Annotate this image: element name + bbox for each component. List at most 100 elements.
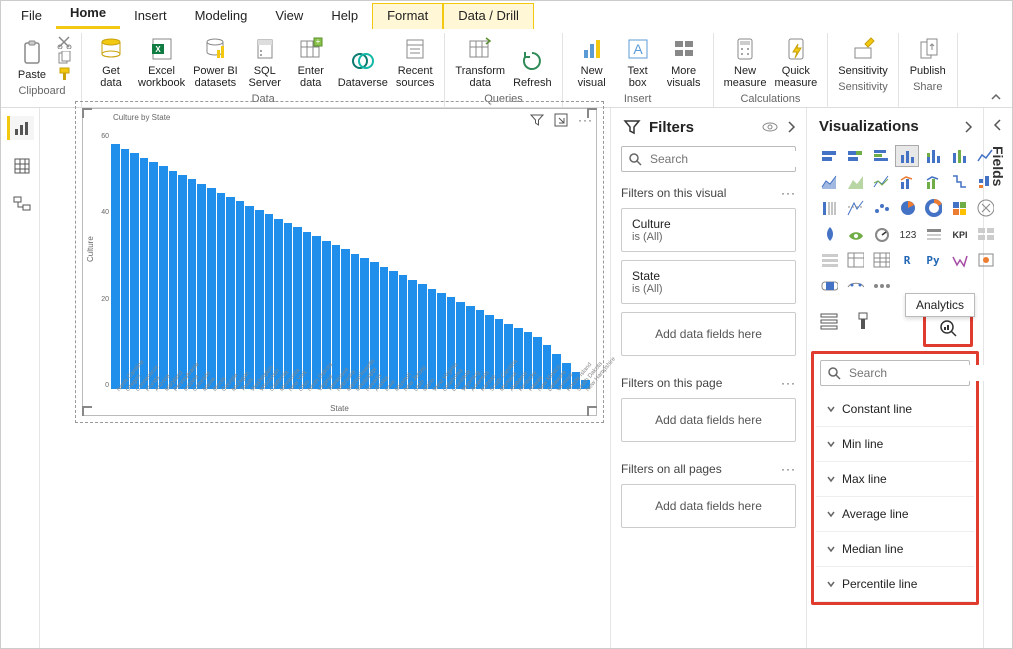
analytics-tab-button[interactable] [936, 316, 960, 340]
analytics-item[interactable]: Max line [816, 462, 974, 497]
report-view-button[interactable] [7, 116, 34, 140]
filter-visual-dropzone[interactable]: Add data fields here [621, 312, 796, 356]
visual-type-button[interactable] [843, 223, 867, 245]
menu-modeling[interactable]: Modeling [181, 4, 262, 29]
excel-button[interactable]: XExcel workbook [134, 33, 189, 91]
menu-insert[interactable]: Insert [120, 4, 181, 29]
sql-server-button[interactable]: SQL Server [242, 33, 288, 91]
filter-card-state[interactable]: Stateis (All) [621, 260, 796, 304]
format-painter-icon[interactable] [57, 67, 73, 81]
ribbon-collapse-button[interactable] [982, 87, 1010, 107]
visual-type-button[interactable] [947, 249, 971, 271]
cut-icon[interactable] [57, 35, 73, 49]
visual-type-button[interactable] [921, 197, 945, 219]
visual-type-button[interactable] [973, 145, 997, 167]
visual-type-button[interactable] [895, 197, 919, 219]
pbi-datasets-button[interactable]: Power BI datasets [189, 33, 242, 91]
analytics-item[interactable]: Constant line [816, 392, 974, 427]
visual-type-button[interactable] [843, 275, 867, 297]
visual-type-button[interactable] [895, 171, 919, 193]
fields-tab-button[interactable] [817, 309, 841, 333]
filters-visual-more-icon[interactable]: ··· [781, 186, 796, 200]
dataverse-button[interactable]: Dataverse [334, 45, 392, 91]
visual-type-button[interactable] [843, 197, 867, 219]
paste-button[interactable]: Paste [9, 37, 55, 83]
text-box-button[interactable]: AText box [615, 33, 661, 91]
visual-type-button[interactable] [869, 171, 893, 193]
visual-type-button[interactable] [817, 249, 841, 271]
analytics-item[interactable]: Median line [816, 532, 974, 567]
analytics-search[interactable] [820, 360, 970, 386]
visual-type-button[interactable]: 123 [895, 223, 919, 245]
visual-type-button[interactable] [947, 145, 971, 167]
collapse-filters-icon[interactable] [786, 120, 796, 134]
filters-search-input[interactable] [648, 151, 807, 167]
filters-search[interactable] [621, 146, 796, 172]
selected-visual[interactable]: Culture by State ··· 0204060 North Carol… [82, 108, 597, 416]
menu-format[interactable]: Format [372, 3, 443, 29]
menu-home[interactable]: Home [56, 1, 120, 29]
visual-type-button[interactable] [973, 171, 997, 193]
collapse-viz-icon[interactable] [963, 120, 973, 134]
visual-type-button[interactable] [843, 145, 867, 167]
visual-type-button[interactable] [817, 145, 841, 167]
visual-type-button[interactable]: R [895, 249, 919, 271]
visual-type-button[interactable] [869, 197, 893, 219]
filter-page-dropzone[interactable]: Add data fields here [621, 398, 796, 442]
visual-type-button[interactable] [973, 197, 997, 219]
visual-type-button[interactable] [921, 223, 945, 245]
visual-type-button[interactable] [843, 171, 867, 193]
transform-data-button[interactable]: Transform data [451, 33, 509, 91]
menu-help[interactable]: Help [317, 4, 372, 29]
visual-type-button[interactable] [973, 223, 997, 245]
analytics-search-input[interactable] [847, 365, 1006, 381]
visual-type-button[interactable] [869, 223, 893, 245]
filters-page-more-icon[interactable]: ··· [781, 376, 796, 390]
filters-all-more-icon[interactable]: ··· [781, 462, 796, 476]
more-visuals-button[interactable]: More visuals [661, 33, 707, 91]
show-hide-icon[interactable] [762, 120, 778, 134]
analytics-item[interactable]: Min line [816, 427, 974, 462]
refresh-button[interactable]: Refresh [509, 45, 556, 91]
quick-measure-button[interactable]: Quick measure [770, 33, 821, 91]
visual-type-button[interactable] [817, 223, 841, 245]
visual-type-button[interactable] [947, 171, 971, 193]
format-tab-button[interactable] [851, 309, 875, 333]
visual-type-button[interactable] [973, 249, 997, 271]
focus-mode-icon[interactable] [554, 113, 568, 127]
visual-type-button[interactable] [869, 275, 893, 297]
new-measure-button[interactable]: New measure [720, 33, 771, 91]
filter-all-dropzone[interactable]: Add data fields here [621, 484, 796, 528]
recent-sources-button[interactable]: Recent sources [392, 33, 439, 91]
enter-data-button[interactable]: +Enter data [288, 33, 334, 91]
menu-data-drill[interactable]: Data / Drill [443, 3, 534, 29]
visual-type-button[interactable]: Py [921, 249, 945, 271]
sensitivity-button[interactable]: Sensitivity [834, 33, 892, 79]
expand-fields-icon[interactable] [993, 118, 1003, 132]
analytics-item[interactable]: Average line [816, 497, 974, 532]
get-data-button[interactable]: Get data [88, 33, 134, 91]
visual-type-button[interactable] [921, 171, 945, 193]
filter-card-culture[interactable]: Cultureis (All) [621, 208, 796, 252]
model-view-button[interactable] [7, 192, 34, 216]
visual-type-button[interactable] [817, 197, 841, 219]
visual-type-button[interactable] [947, 197, 971, 219]
visual-type-button[interactable] [895, 145, 919, 167]
visual-filter-icon[interactable] [530, 113, 544, 127]
publish-button[interactable]: Publish [905, 33, 951, 79]
visual-type-button[interactable] [921, 145, 945, 167]
menu-file[interactable]: File [7, 4, 56, 29]
new-visual-button[interactable]: New visual [569, 33, 615, 91]
visual-type-button[interactable] [817, 275, 841, 297]
visual-type-button[interactable] [817, 171, 841, 193]
visual-type-button[interactable] [869, 145, 893, 167]
visual-type-button[interactable] [869, 249, 893, 271]
visual-type-button[interactable]: KPI [947, 223, 971, 245]
visual-type-button[interactable] [843, 249, 867, 271]
menu-view[interactable]: View [261, 4, 317, 29]
data-view-button[interactable] [7, 154, 34, 178]
report-canvas[interactable]: Culture by State ··· 0204060 North Carol… [40, 108, 610, 648]
visual-more-icon[interactable]: ··· [578, 113, 592, 127]
analytics-item[interactable]: Percentile line [816, 567, 974, 602]
copy-icon[interactable] [57, 51, 73, 65]
